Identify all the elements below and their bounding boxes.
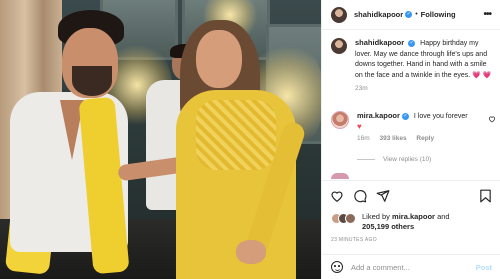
share-icon[interactable] xyxy=(376,189,390,203)
post-header: shahidkapoor ✓ • Following ••• xyxy=(322,0,500,30)
likes-summary: Liked by mira.kapoor and 205,199 others xyxy=(331,212,450,232)
comment-username[interactable]: mira.kapoor xyxy=(357,111,400,120)
post-sidebar: shahidkapoor ✓ • Following ••• shahidkap… xyxy=(321,0,500,279)
caption-time[interactable]: 23m xyxy=(355,85,493,92)
man-beard xyxy=(72,66,112,96)
bookmark-icon[interactable] xyxy=(479,189,492,203)
woman-embroidered-bodice xyxy=(196,100,276,170)
comment-time[interactable]: 16m xyxy=(357,135,370,142)
comment-input[interactable] xyxy=(351,262,476,272)
comment-like-heart-icon[interactable] xyxy=(488,115,496,123)
comment-icon[interactable] xyxy=(353,189,367,203)
emoji-icon[interactable] xyxy=(331,261,343,273)
woman-face xyxy=(196,30,242,88)
heart-emoji: ♥ xyxy=(357,122,362,131)
add-comment-bar: Post xyxy=(322,254,500,279)
replies-divider xyxy=(357,159,375,160)
liked-by-prefix: Liked by xyxy=(362,212,390,221)
heart-icon[interactable] xyxy=(330,189,344,203)
next-comment-avatar xyxy=(331,173,349,179)
post-actions: Liked by mira.kapoor and 205,199 others … xyxy=(322,180,500,278)
save-button[interactable] xyxy=(479,189,492,208)
author-username[interactable]: shahidkapoor xyxy=(354,10,403,19)
comment-item: mira.kapoor ✓ I love you forever ♥ 16m 39… xyxy=(331,111,496,144)
liked-by-user[interactable]: mira.kapoor xyxy=(392,212,435,221)
caption-text-block: shahidkapoor ✓ Happy birthday my lover. M… xyxy=(355,38,493,81)
caption-username[interactable]: shahidkapoor xyxy=(355,38,404,47)
verified-badge-icon: ✓ xyxy=(401,112,409,120)
commenter-avatar[interactable] xyxy=(331,111,349,129)
following-button[interactable]: Following xyxy=(421,10,456,19)
likes-text: Liked by mira.kapoor and 205,199 others xyxy=(362,212,450,232)
comment-likes[interactable]: 393 likes xyxy=(379,135,406,142)
post-photo[interactable] xyxy=(0,0,321,279)
verified-badge-icon: ✓ xyxy=(405,11,413,18)
header-separator: • xyxy=(415,11,418,18)
view-replies-label: View replies (10) xyxy=(383,156,432,163)
comment-meta: 16m 393 likes Reply xyxy=(357,134,496,144)
liker-avatars xyxy=(331,213,356,224)
reply-button[interactable]: Reply xyxy=(416,135,434,142)
author-avatar[interactable] xyxy=(331,6,347,23)
verified-badge-icon: ✓ xyxy=(408,39,416,47)
more-options-icon[interactable]: ••• xyxy=(483,9,491,20)
post-caption: shahidkapoor ✓ Happy birthday my lover. M… xyxy=(331,38,493,92)
post-comment-button[interactable]: Post xyxy=(476,263,492,272)
liked-by-and: and xyxy=(437,212,450,221)
woman-hand xyxy=(236,240,266,264)
action-icons xyxy=(330,189,390,203)
view-replies-button[interactable]: View replies (10) xyxy=(357,156,431,163)
comment-text: I love you forever xyxy=(413,113,468,120)
caption-avatar[interactable] xyxy=(331,38,347,54)
likes-count[interactable]: 205,199 others xyxy=(362,222,414,231)
post-timestamp[interactable]: 23 MINUTES AGO xyxy=(331,237,377,243)
